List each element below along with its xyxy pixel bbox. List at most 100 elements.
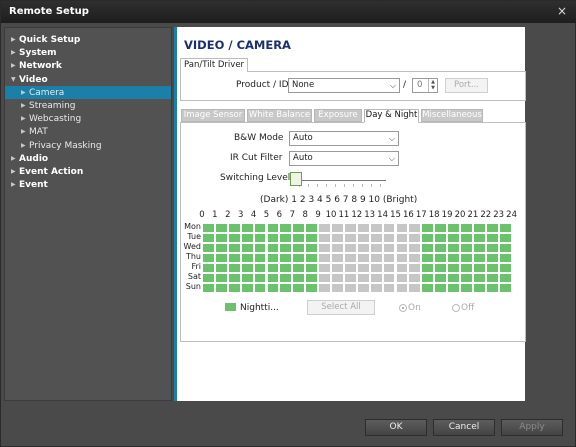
- sidebar-item-audio[interactable]: ▶ Audio: [5, 152, 171, 165]
- schedule-cell[interactable]: [369, 263, 383, 273]
- schedule-cell[interactable]: [253, 243, 267, 253]
- tab-pan-tilt-driver[interactable]: Pan/Tilt Driver: [180, 58, 248, 72]
- schedule-cell[interactable]: [227, 233, 241, 243]
- schedule-cell[interactable]: [395, 233, 409, 243]
- ok-button[interactable]: OK: [365, 419, 427, 436]
- schedule-cell[interactable]: [202, 243, 215, 253]
- schedule-cell[interactable]: [305, 243, 319, 253]
- schedule-cell[interactable]: [382, 243, 396, 253]
- schedule-cell[interactable]: [408, 223, 422, 233]
- schedule-cell[interactable]: [434, 223, 448, 233]
- schedule-cell[interactable]: [447, 283, 460, 293]
- sidebar-item-mat[interactable]: ▶ MAT: [5, 125, 171, 138]
- schedule-cell[interactable]: [240, 263, 254, 273]
- schedule-cell[interactable]: [408, 283, 422, 293]
- schedule-cell[interactable]: [292, 233, 306, 243]
- schedule-cell[interactable]: [279, 283, 293, 293]
- schedule-cell[interactable]: [434, 253, 448, 263]
- schedule-cell[interactable]: [305, 223, 319, 233]
- schedule-cell[interactable]: [434, 233, 448, 243]
- schedule-cell[interactable]: [382, 253, 396, 263]
- tab-miscellaneous[interactable]: Miscellaneous: [421, 109, 483, 122]
- schedule-cell[interactable]: [498, 263, 512, 273]
- schedule-cell[interactable]: [331, 273, 344, 283]
- schedule-cell[interactable]: [214, 253, 228, 263]
- schedule-cell[interactable]: [498, 223, 512, 233]
- schedule-cell[interactable]: [266, 233, 280, 243]
- sidebar-item-privacy-masking[interactable]: ▶ Privacy Masking: [5, 139, 171, 152]
- product-select[interactable]: None ⌵: [288, 78, 400, 93]
- schedule-cell[interactable]: [472, 233, 486, 243]
- schedule-cell[interactable]: [382, 273, 396, 283]
- schedule-cell[interactable]: [240, 253, 254, 263]
- switching-level-slider-handle[interactable]: [290, 172, 302, 186]
- schedule-cell[interactable]: [343, 263, 357, 273]
- schedule-cell[interactable]: [460, 253, 473, 263]
- sidebar-item-webcasting[interactable]: ▶ Webcasting: [5, 112, 171, 125]
- schedule-cell[interactable]: [447, 253, 460, 263]
- bw-mode-select[interactable]: Auto ⌵: [289, 131, 399, 146]
- schedule-cell[interactable]: [227, 253, 241, 263]
- schedule-cell[interactable]: [279, 273, 293, 283]
- schedule-cell[interactable]: [202, 253, 215, 263]
- schedule-cell[interactable]: [292, 263, 306, 273]
- schedule-cell[interactable]: [292, 253, 306, 263]
- schedule-cell[interactable]: [318, 253, 331, 263]
- schedule-cell[interactable]: [356, 223, 370, 233]
- schedule-cell[interactable]: [421, 243, 435, 253]
- schedule-cell[interactable]: [279, 223, 293, 233]
- schedule-cell[interactable]: [447, 223, 460, 233]
- schedule-cell[interactable]: [434, 243, 448, 253]
- schedule-cell[interactable]: [202, 223, 215, 233]
- schedule-cell[interactable]: [318, 263, 331, 273]
- schedule-cell[interactable]: [214, 223, 228, 233]
- schedule-cell[interactable]: [305, 253, 319, 263]
- schedule-cell[interactable]: [447, 233, 460, 243]
- schedule-cell[interactable]: [343, 233, 357, 243]
- schedule-cell[interactable]: [395, 253, 409, 263]
- schedule-cell[interactable]: [356, 243, 370, 253]
- schedule-cell[interactable]: [279, 243, 293, 253]
- schedule-cell[interactable]: [447, 273, 460, 283]
- schedule-cell[interactable]: [202, 263, 215, 273]
- schedule-cell[interactable]: [266, 273, 280, 283]
- schedule-cell[interactable]: [253, 223, 267, 233]
- schedule-cell[interactable]: [305, 263, 319, 273]
- schedule-cell[interactable]: [227, 273, 241, 283]
- sidebar-item-event-action[interactable]: ▶ Event Action: [5, 165, 171, 178]
- schedule-cell[interactable]: [356, 283, 370, 293]
- schedule-cell[interactable]: [240, 243, 254, 253]
- schedule-cell[interactable]: [356, 263, 370, 273]
- schedule-cell[interactable]: [369, 283, 383, 293]
- schedule-cell[interactable]: [395, 283, 409, 293]
- schedule-cell[interactable]: [460, 283, 473, 293]
- schedule-cell[interactable]: [395, 243, 409, 253]
- schedule-cell[interactable]: [227, 263, 241, 273]
- schedule-cell[interactable]: [472, 263, 486, 273]
- schedule-cell[interactable]: [305, 233, 319, 243]
- schedule-cell[interactable]: [421, 263, 435, 273]
- schedule-cell[interactable]: [318, 223, 331, 233]
- schedule-cell[interactable]: [485, 253, 499, 263]
- sidebar-item-system[interactable]: ▶ System: [5, 46, 171, 59]
- schedule-cell[interactable]: [292, 223, 306, 233]
- schedule-cell[interactable]: [485, 283, 499, 293]
- schedule-cell[interactable]: [240, 273, 254, 283]
- schedule-cell[interactable]: [305, 273, 319, 283]
- schedule-cell[interactable]: [472, 273, 486, 283]
- schedule-cell[interactable]: [292, 273, 306, 283]
- schedule-cell[interactable]: [395, 263, 409, 273]
- schedule-cell[interactable]: [227, 243, 241, 253]
- title-bar[interactable]: Remote Setup ×: [1, 1, 576, 23]
- schedule-cell[interactable]: [331, 223, 344, 233]
- schedule-cell[interactable]: [460, 223, 473, 233]
- sidebar-item-video[interactable]: ▼ Video: [5, 73, 171, 86]
- schedule-cell[interactable]: [305, 283, 319, 293]
- schedule-cell[interactable]: [498, 273, 512, 283]
- schedule-cell[interactable]: [214, 283, 228, 293]
- schedule-cell[interactable]: [356, 233, 370, 243]
- sidebar-item-camera[interactable]: ▶ Camera: [5, 85, 171, 99]
- schedule-cell[interactable]: [382, 223, 396, 233]
- sidebar-item-streaming[interactable]: ▶ Streaming: [5, 99, 171, 112]
- schedule-cell[interactable]: [485, 243, 499, 253]
